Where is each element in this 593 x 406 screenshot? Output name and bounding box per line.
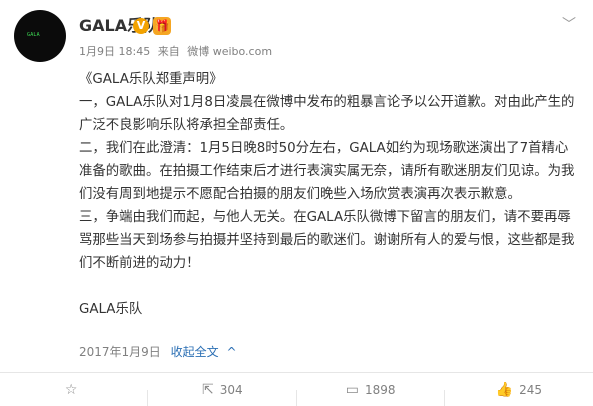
favorite-button[interactable]: ☆ (0, 381, 149, 406)
like-count: 245 (519, 382, 543, 397)
chevron-up-icon[interactable]: ^ (226, 345, 236, 359)
collapse-button[interactable]: 收起全文 (171, 345, 219, 359)
post-paragraph-2: 二，我们在此澄清：1月5日晚8时50分左右，GALA如约为现场歌迷演出了7首精心… (79, 141, 575, 202)
post-title: 《GALA乐队郑重声明》 (79, 72, 223, 87)
comment-button[interactable]: ▭ 1898 (297, 381, 446, 406)
post-paragraph-1: 一，GALA乐队对1月8日凌晨在微博中发布的粗暴言论予以公开道歉。对由此产生的广… (79, 95, 575, 133)
weibo-post-card: GALA GALA乐队 V 🎁 ﹀ 1月9日 18:45 来自 微博 weibo… (0, 0, 593, 406)
footer-date: 2017年1月9日 (79, 345, 161, 359)
post-paragraph-3: 三，争端由我们而起，与他人无关。在GALA乐队微博下留言的朋友们，请不要再辱骂那… (79, 210, 575, 271)
post-meta: 1月9日 18:45 来自 微博 weibo.com (79, 45, 276, 59)
comment-count: 1898 (364, 382, 396, 397)
post-footer: 2017年1月9日 收起全文 ^ (79, 344, 237, 360)
avatar[interactable]: GALA (14, 10, 66, 62)
like-button[interactable]: 👍 245 (445, 382, 593, 398)
post-signature: GALA乐队 (79, 302, 143, 317)
chevron-down-icon[interactable]: ﹀ (560, 16, 578, 34)
post-content: 《GALA乐队郑重声明》 一，GALA乐队对1月8日凌晨在微博中发布的粗暴言论予… (79, 68, 579, 321)
favorite-icon: ☆ (64, 381, 78, 398)
gift-badge-icon[interactable]: 🎁 (153, 17, 171, 35)
post-source-label: 来自 (157, 45, 180, 58)
verified-badge-icon[interactable]: V (133, 18, 149, 34)
post-date[interactable]: 1月9日 18:45 (79, 45, 150, 58)
share-button[interactable]: ⇱ 304 (148, 381, 297, 406)
share-icon: ⇱ (202, 381, 214, 398)
avatar-logo-text: GALA (27, 32, 40, 38)
share-count: 304 (219, 382, 243, 397)
like-icon: 👍 (495, 381, 514, 398)
post-source[interactable]: 微博 weibo.com (187, 45, 272, 58)
action-bar: ☆ ⇱ 304 ▭ 1898 👍 245 (0, 373, 593, 406)
comment-icon: ▭ (345, 381, 359, 398)
